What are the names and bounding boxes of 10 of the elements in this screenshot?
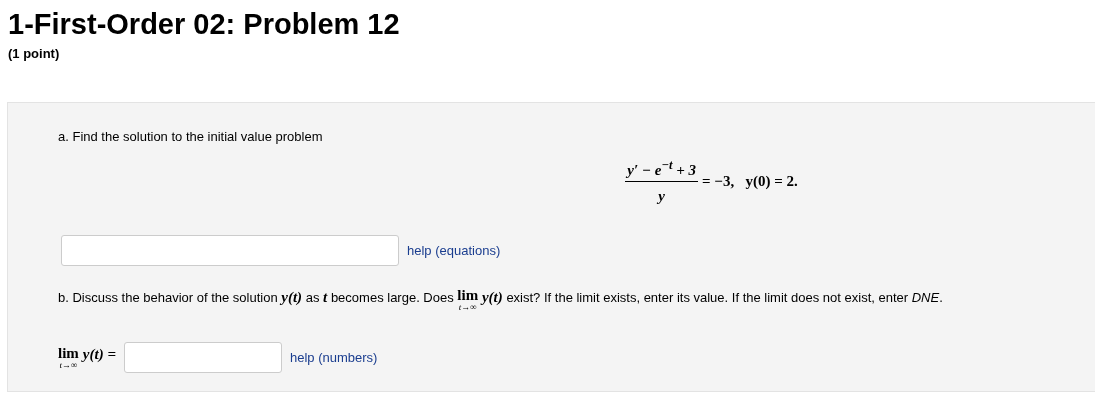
help-link[interactable]: help (numbers) <box>289 350 378 365</box>
question-text: a. Find the solution to the initial value problem <box>58 129 324 144</box>
answer-field[interactable] <box>61 235 399 266</box>
help-link[interactable]: help (equations) <box>407 243 501 258</box>
page-title: 1-First-Order 02: Problem 12 <box>8 7 400 42</box>
points-text: (1 point) <box>8 46 60 61</box>
equation: y′ − e$^{−t}$ + 3 y = −3, y(0) = 2. <box>625 158 798 205</box>
limit-label: lim t→∞ y(t) = <box>58 345 116 370</box>
question-text: b. Discuss the behavior of the solution y(t) as t becomes large. Does lim t→∞ y(t) exist? If the limit exists, enter its value. If the limit does not exist, enter DNE. <box>58 288 944 312</box>
answer-field[interactable] <box>123 342 282 373</box>
